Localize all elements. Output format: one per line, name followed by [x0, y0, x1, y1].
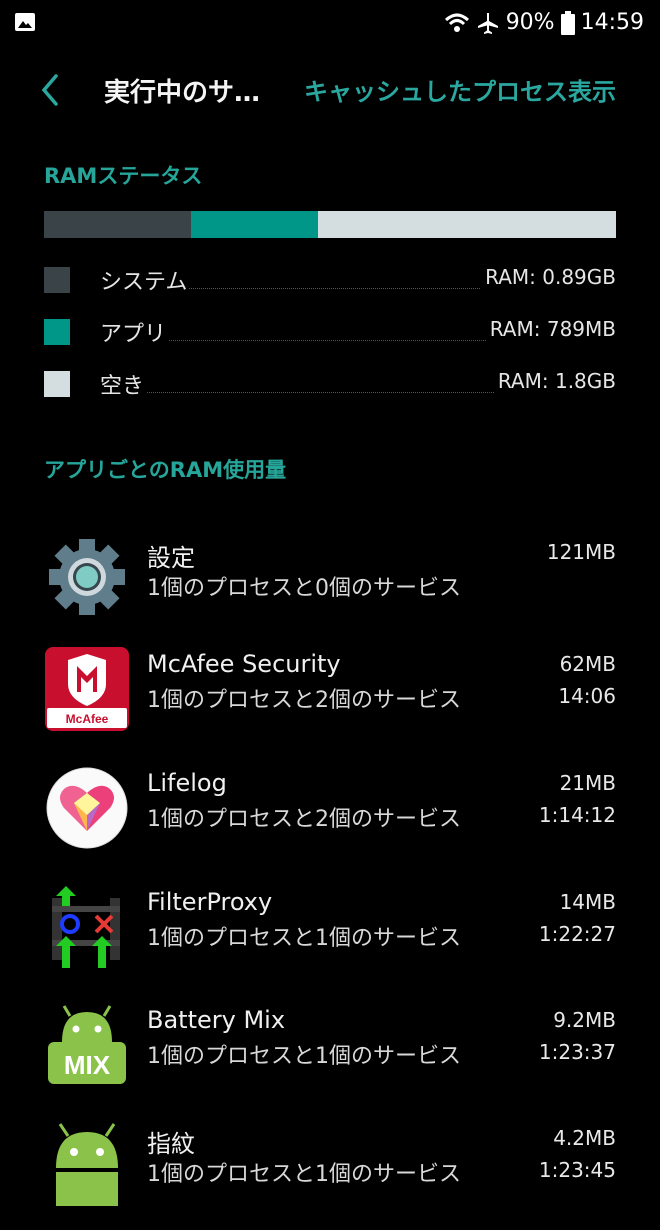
app-ram-size: 14MB: [559, 890, 616, 914]
ram-status-heading: RAMステータス: [44, 164, 203, 188]
legend-label: 空き: [100, 368, 147, 400]
settings-gear-icon: [49, 539, 125, 615]
app-name: McAfee Security: [147, 650, 341, 678]
ram-bar-system: [44, 211, 191, 238]
app-process-info: 1個のプロセスと2個のサービス: [147, 807, 461, 832]
legend-swatch: [44, 267, 70, 293]
app-row-lifelog[interactable]: Lifelog 1個のプロセスと2個のサービス 21MB 1:14:12: [0, 765, 660, 875]
app-run-time: 1:22:27: [538, 922, 616, 946]
app-run-time: 1:23:45: [538, 1158, 616, 1182]
back-arrow-icon[interactable]: [36, 70, 66, 110]
lifelog-heart-icon: [46, 767, 128, 849]
app-process-info: 1個のプロセスと0個のサービス: [147, 576, 461, 601]
app-name: Lifelog: [147, 769, 227, 797]
ram-usage-bar: [44, 211, 616, 238]
app-name: 設定: [147, 544, 195, 572]
battery-percent: 90%: [505, 10, 555, 35]
app-row-fingerprint[interactable]: 指紋 1個のプロセスと1個のサービス 4.2MB 1:23:45: [0, 1120, 660, 1230]
app-row-settings[interactable]: 設定 1個のプロセスと0個のサービス 121MB: [0, 534, 660, 644]
battery-icon: [560, 11, 575, 35]
status-icons: 90% 14:59: [444, 8, 644, 38]
app-run-time: 1:14:12: [538, 803, 616, 827]
app-ram-size: 62MB: [559, 652, 616, 676]
app-run-time: 14:06: [558, 684, 616, 708]
status-bar: 90% 14:59: [0, 0, 660, 46]
legend-row-free: 空き RAM: 1.8GB: [44, 366, 616, 406]
app-name: Battery Mix: [147, 1006, 286, 1034]
app-process-info: 1個のプロセスと2個のサービス: [147, 688, 461, 713]
app-row-filterproxy[interactable]: FilterProxy 1個のプロセスと1個のサービス 14MB 1:22:27: [0, 884, 660, 994]
image-icon: [15, 13, 35, 31]
legend-label: システム: [100, 264, 190, 296]
app-row-mcafee[interactable]: McAfee McAfee Security 1個のプロセスと2個のサービス 6…: [0, 646, 660, 756]
page-title: 実行中のサ…: [104, 78, 261, 108]
app-process-info: 1個のプロセスと1個のサービス: [147, 1044, 461, 1069]
mcafee-icon: McAfee: [45, 647, 129, 731]
app-bar: 実行中のサ… キャッシュしたプロセス表示: [0, 56, 660, 126]
battery-mix-icon: MIX: [48, 1005, 126, 1084]
app-process-info: 1個のプロセスと1個のサービス: [147, 1162, 461, 1187]
legend-row-app: アプリ RAM: 789MB: [44, 314, 616, 354]
ram-bar-free: [317, 211, 616, 238]
legend-swatch: [44, 319, 70, 345]
android-icon: [56, 1123, 118, 1206]
app-ram-size: 21MB: [559, 771, 616, 795]
app-run-time: 1:23:37: [538, 1040, 616, 1064]
legend-value: RAM: 789MB: [485, 317, 616, 341]
legend-value: RAM: 1.8GB: [493, 369, 616, 393]
show-cached-processes-button[interactable]: キャッシュしたプロセス表示: [304, 72, 616, 107]
ram-bar-app: [191, 211, 318, 238]
legend-row-system: システム RAM: 0.89GB: [44, 262, 616, 302]
battery-mix-icon-label: MIX: [64, 1050, 111, 1080]
filterproxy-icon: [52, 886, 120, 968]
app-ram-size: 9.2MB: [553, 1008, 616, 1032]
mcafee-icon-label: McAfee: [66, 712, 109, 726]
legend-label: アプリ: [100, 316, 169, 348]
per-app-ram-heading: アプリごとのRAM使用量: [44, 458, 287, 482]
wifi-icon: [444, 13, 469, 32]
airplane-icon: [477, 13, 498, 34]
app-ram-size: 121MB: [546, 540, 616, 564]
app-row-battery-mix[interactable]: MIX Battery Mix 1個のプロセスと1個のサービス 9.2MB 1:…: [0, 1002, 660, 1112]
app-name: 指紋: [147, 1130, 195, 1158]
app-process-info: 1個のプロセスと1個のサービス: [147, 926, 461, 951]
legend-value: RAM: 0.89GB: [481, 265, 616, 289]
legend-swatch: [44, 371, 70, 397]
app-name: FilterProxy: [147, 888, 273, 916]
clock: 14:59: [580, 10, 644, 35]
app-ram-size: 4.2MB: [553, 1126, 616, 1150]
